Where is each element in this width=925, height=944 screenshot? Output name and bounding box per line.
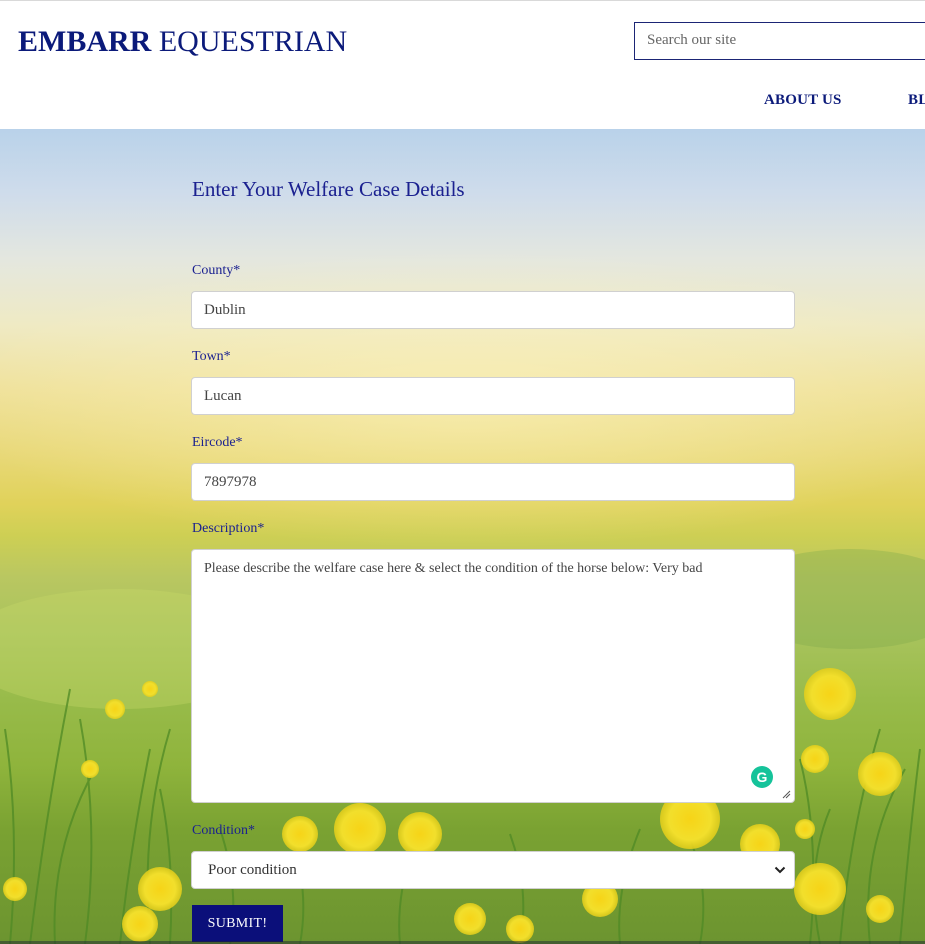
- search-box: [634, 22, 925, 60]
- condition-select[interactable]: Poor condition: [191, 851, 795, 889]
- form-title: Enter Your Welfare Case Details: [192, 177, 465, 201]
- town-label: Town*: [192, 349, 231, 364]
- nav-item-about-us[interactable]: ABOUT US: [764, 92, 842, 109]
- county-field: [191, 291, 795, 329]
- submit-button[interactable]: SUBMIT!: [192, 905, 283, 942]
- resize-handle-icon[interactable]: [781, 789, 791, 799]
- brand-rest: EQUESTRIAN: [151, 25, 348, 58]
- eircode-label: Eircode*: [192, 435, 243, 450]
- eircode-input[interactable]: [204, 474, 764, 491]
- condition-label: Condition*: [192, 823, 256, 838]
- description-textarea[interactable]: Please describe the welfare case here & …: [204, 560, 784, 790]
- county-label: County*: [192, 263, 241, 278]
- site-logo[interactable]: EMBARR EQUESTRIAN: [18, 25, 347, 59]
- chevron-down-icon: [774, 866, 786, 874]
- site-header: EMBARR EQUESTRIAN ABOUT US BL: [0, 1, 925, 129]
- description-label: Description*: [192, 521, 265, 536]
- condition-selected-value: Poor condition: [208, 862, 297, 878]
- description-field: Please describe the welfare case here & …: [191, 549, 795, 803]
- eircode-field: [191, 463, 795, 501]
- brand-bold: EMBARR: [18, 25, 152, 58]
- county-input[interactable]: [204, 302, 764, 319]
- hero-background: [0, 129, 925, 944]
- nav-item-blog[interactable]: BL: [908, 92, 925, 109]
- grammarly-icon[interactable]: G: [751, 766, 773, 788]
- search-input[interactable]: [647, 32, 907, 49]
- town-input[interactable]: [204, 388, 764, 405]
- meadow-background-image: [0, 249, 925, 944]
- town-field: [191, 377, 795, 415]
